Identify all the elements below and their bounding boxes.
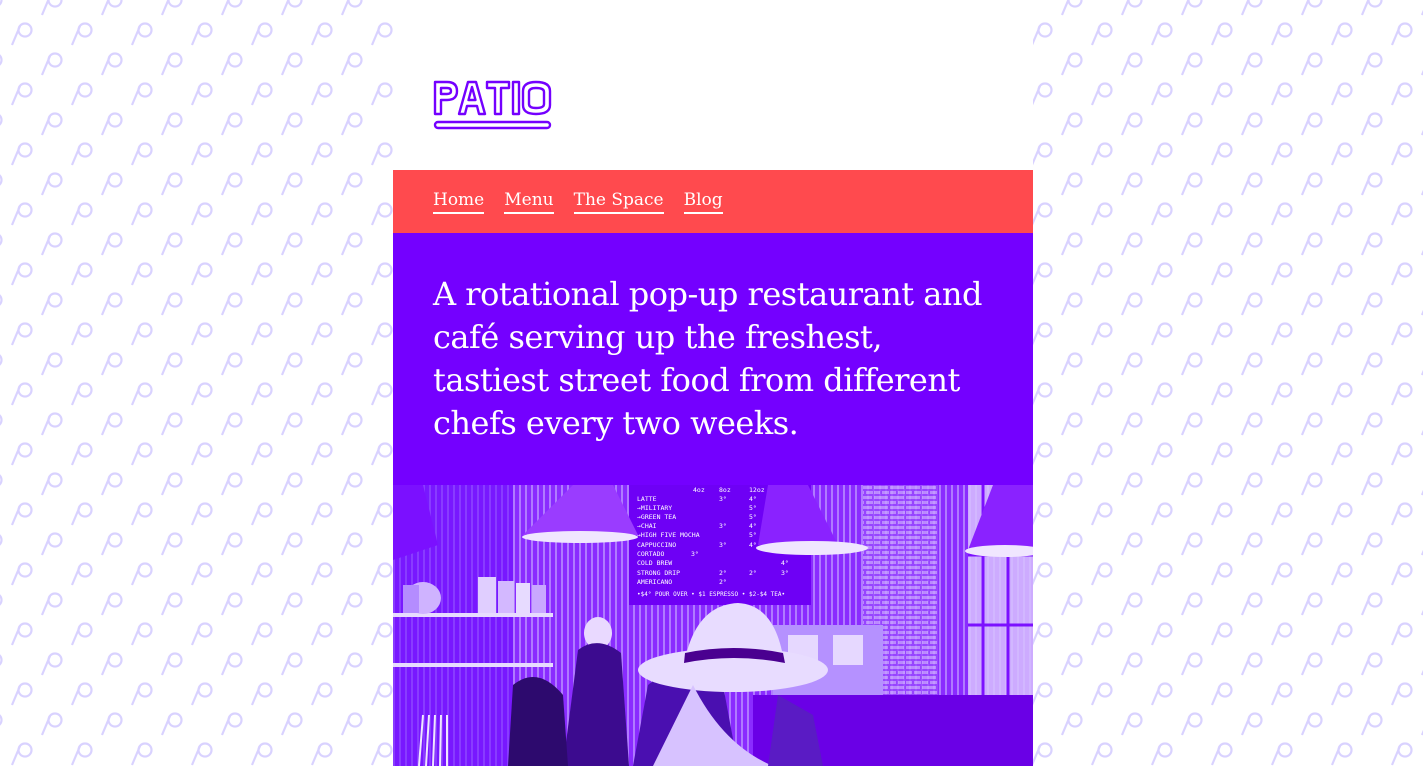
site-logo[interactable] [433, 78, 553, 132]
menu-board-price: 2° [719, 578, 727, 586]
menu-board-price: 5° [749, 531, 757, 539]
menu-board-price: 3° [719, 541, 727, 549]
menu-board-item: CORTADO [637, 550, 664, 558]
menu-board-item: COLD BREW [637, 559, 672, 567]
cafe-photo-illustration: 4oz 8oz 12oz 16oz LATTE 3° 4° 4° →MILITA… [393, 485, 1033, 766]
nav-link-the-space[interactable]: The Space [573, 189, 664, 214]
nav-link-home[interactable]: Home [433, 189, 485, 214]
hero-tagline: A rotational pop-up restaurant and café … [433, 275, 982, 442]
menu-board-header: 12oz [749, 486, 765, 494]
menu-board-item: →HIGH FIVE MOCHA [637, 531, 700, 539]
menu-board-price: 4° [749, 495, 757, 503]
menu-board-price: 3° [719, 522, 727, 530]
menu-board-item: →MILITARY [637, 504, 672, 512]
main-navigation: Home Menu The Space Blog [393, 170, 1033, 233]
menu-board-item: CAPPUCCINO [637, 541, 676, 549]
menu-board-price: 2° [719, 569, 727, 577]
menu-board-item: AMERICANO [637, 578, 672, 586]
menu-board-price: 5° [749, 504, 757, 512]
menu-board-price: 3° [719, 495, 727, 503]
menu-board-price: 3° [691, 550, 699, 558]
menu-board-item: →CHAI [637, 522, 657, 530]
page-container: Home Menu The Space Blog A rotational po… [393, 0, 1033, 766]
menu-board-price: 5° [749, 513, 757, 521]
menu-board-price: 3° [781, 569, 789, 577]
menu-board-price: 4° [749, 522, 757, 530]
menu-board-header: 4oz [693, 486, 705, 494]
menu-board-item: →GREEN TEA [637, 513, 676, 521]
menu-board-item: STRONG DRIP [637, 569, 680, 577]
nav-link-blog[interactable]: Blog [683, 189, 723, 214]
site-header [393, 0, 1033, 170]
menu-board-item: LATTE [637, 495, 657, 503]
menu-board-header: 8oz [719, 486, 731, 494]
menu-board-price: 2° [749, 569, 757, 577]
menu-board-price: 4° [781, 559, 789, 567]
nav-link-menu[interactable]: Menu [504, 189, 554, 214]
cafe-photo: 4oz 8oz 12oz 16oz LATTE 3° 4° 4° →MILITA… [393, 485, 1033, 766]
menu-board-price: 4° [749, 541, 757, 549]
hero-section: A rotational pop-up restaurant and café … [393, 233, 1033, 485]
menu-board-footer: •$4° POUR OVER • $1 ESPRESSO • $2-$4 TEA… [637, 591, 785, 598]
